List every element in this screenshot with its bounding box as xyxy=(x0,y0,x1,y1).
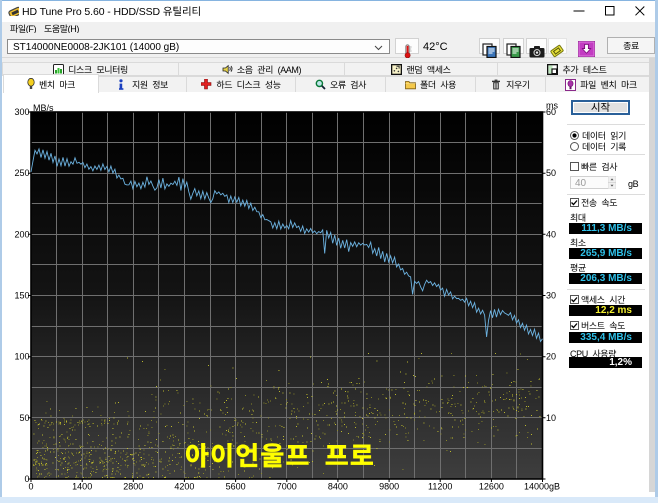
svg-text:8400: 8400 xyxy=(328,482,348,492)
svg-text:아이언울프 프로: 아이언울프 프로 xyxy=(185,436,375,473)
svg-text:100: 100 xyxy=(14,352,29,362)
svg-text:50: 50 xyxy=(19,413,29,423)
svg-text:20: 20 xyxy=(546,352,556,362)
svg-text:1400: 1400 xyxy=(72,482,92,492)
svg-text:12600: 12600 xyxy=(479,482,504,492)
svg-text:30: 30 xyxy=(546,291,556,301)
svg-text:9800: 9800 xyxy=(379,482,399,492)
svg-text:250: 250 xyxy=(14,168,29,178)
svg-text:40: 40 xyxy=(546,229,556,239)
svg-text:50: 50 xyxy=(546,168,556,178)
svg-text:200: 200 xyxy=(14,229,29,239)
svg-text:150: 150 xyxy=(14,291,29,301)
svg-text:300: 300 xyxy=(14,107,29,117)
svg-text:11200: 11200 xyxy=(428,482,452,492)
svg-text:ms: ms xyxy=(546,101,558,111)
svg-text:2800: 2800 xyxy=(123,482,143,492)
svg-text:10: 10 xyxy=(546,413,556,423)
svg-text:4200: 4200 xyxy=(174,482,194,492)
svg-text:7000: 7000 xyxy=(277,482,297,492)
svg-text:MB/s: MB/s xyxy=(33,103,54,113)
svg-text:5600: 5600 xyxy=(226,482,246,492)
svg-text:14000gB: 14000gB xyxy=(524,482,560,492)
svg-text:0: 0 xyxy=(28,482,33,492)
